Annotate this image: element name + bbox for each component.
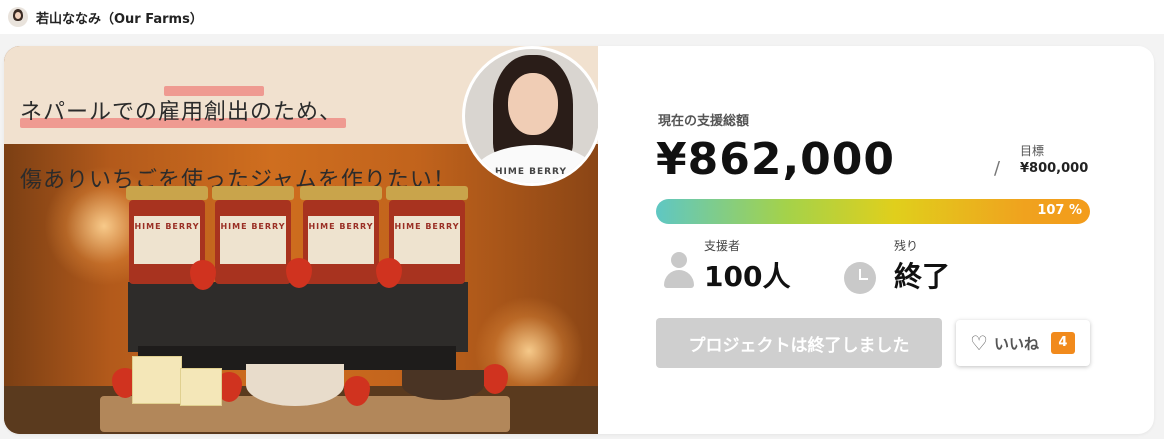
amount-separator: / (994, 158, 1001, 179)
funding-panel: 現在の支援総額 ¥862,000 / 目標 ¥800,000 107 % 支援者… (598, 46, 1154, 434)
jam-jar: HIME BERRY (212, 186, 294, 284)
bowl (402, 370, 484, 400)
cheese (180, 368, 222, 406)
owner-name[interactable]: 若山ななみ（Our Farms） (36, 8, 203, 27)
supporters-label: 支援者 (704, 239, 741, 253)
remaining-value: 終了 (894, 260, 951, 293)
top-bar: 若山ななみ（Our Farms） (0, 0, 1164, 34)
raised-amount: ¥862,000 (656, 134, 896, 185)
project-hero-image: ネパールでの雇用創出のため、 傷ありいちごを使ったジャムを作りたい！ HIME … (4, 46, 598, 434)
funding-progress-bar: 107 % (656, 199, 1090, 224)
project-ended-button[interactable]: プロジェクトは終了しました (656, 318, 942, 368)
goal-label: 目標 (1020, 144, 1045, 158)
heart-icon: ♡ (970, 331, 988, 355)
clock-icon (844, 262, 876, 294)
progress-percent: 107 % (1037, 203, 1082, 218)
goal-amount: ¥800,000 (1020, 161, 1089, 176)
like-button[interactable]: ♡ いいね 4 (956, 320, 1090, 366)
raised-label: 現在の支援総額 (658, 114, 750, 129)
person-icon (664, 252, 694, 290)
remaining-label: 残り (894, 239, 919, 253)
project-owner[interactable]: 若山ななみ（Our Farms） (8, 6, 203, 28)
supporters-count: 100人 (704, 260, 791, 293)
like-count-badge: 4 (1050, 332, 1075, 354)
jam-jar: HIME BERRY (300, 186, 382, 284)
shirt-logo: HIME BERRY (495, 167, 568, 177)
like-label: いいね (993, 334, 1039, 353)
owner-portrait: HIME BERRY (462, 46, 598, 186)
headline-line-1: ネパールでの雇用創出のため、 (20, 100, 343, 125)
owner-avatar[interactable] (8, 7, 28, 27)
cheese (132, 356, 182, 404)
project-card: ネパールでの雇用創出のため、 傷ありいちごを使ったジャムを作りたい！ HIME … (4, 46, 1154, 434)
bowl (246, 364, 344, 406)
display-stand (128, 282, 468, 352)
